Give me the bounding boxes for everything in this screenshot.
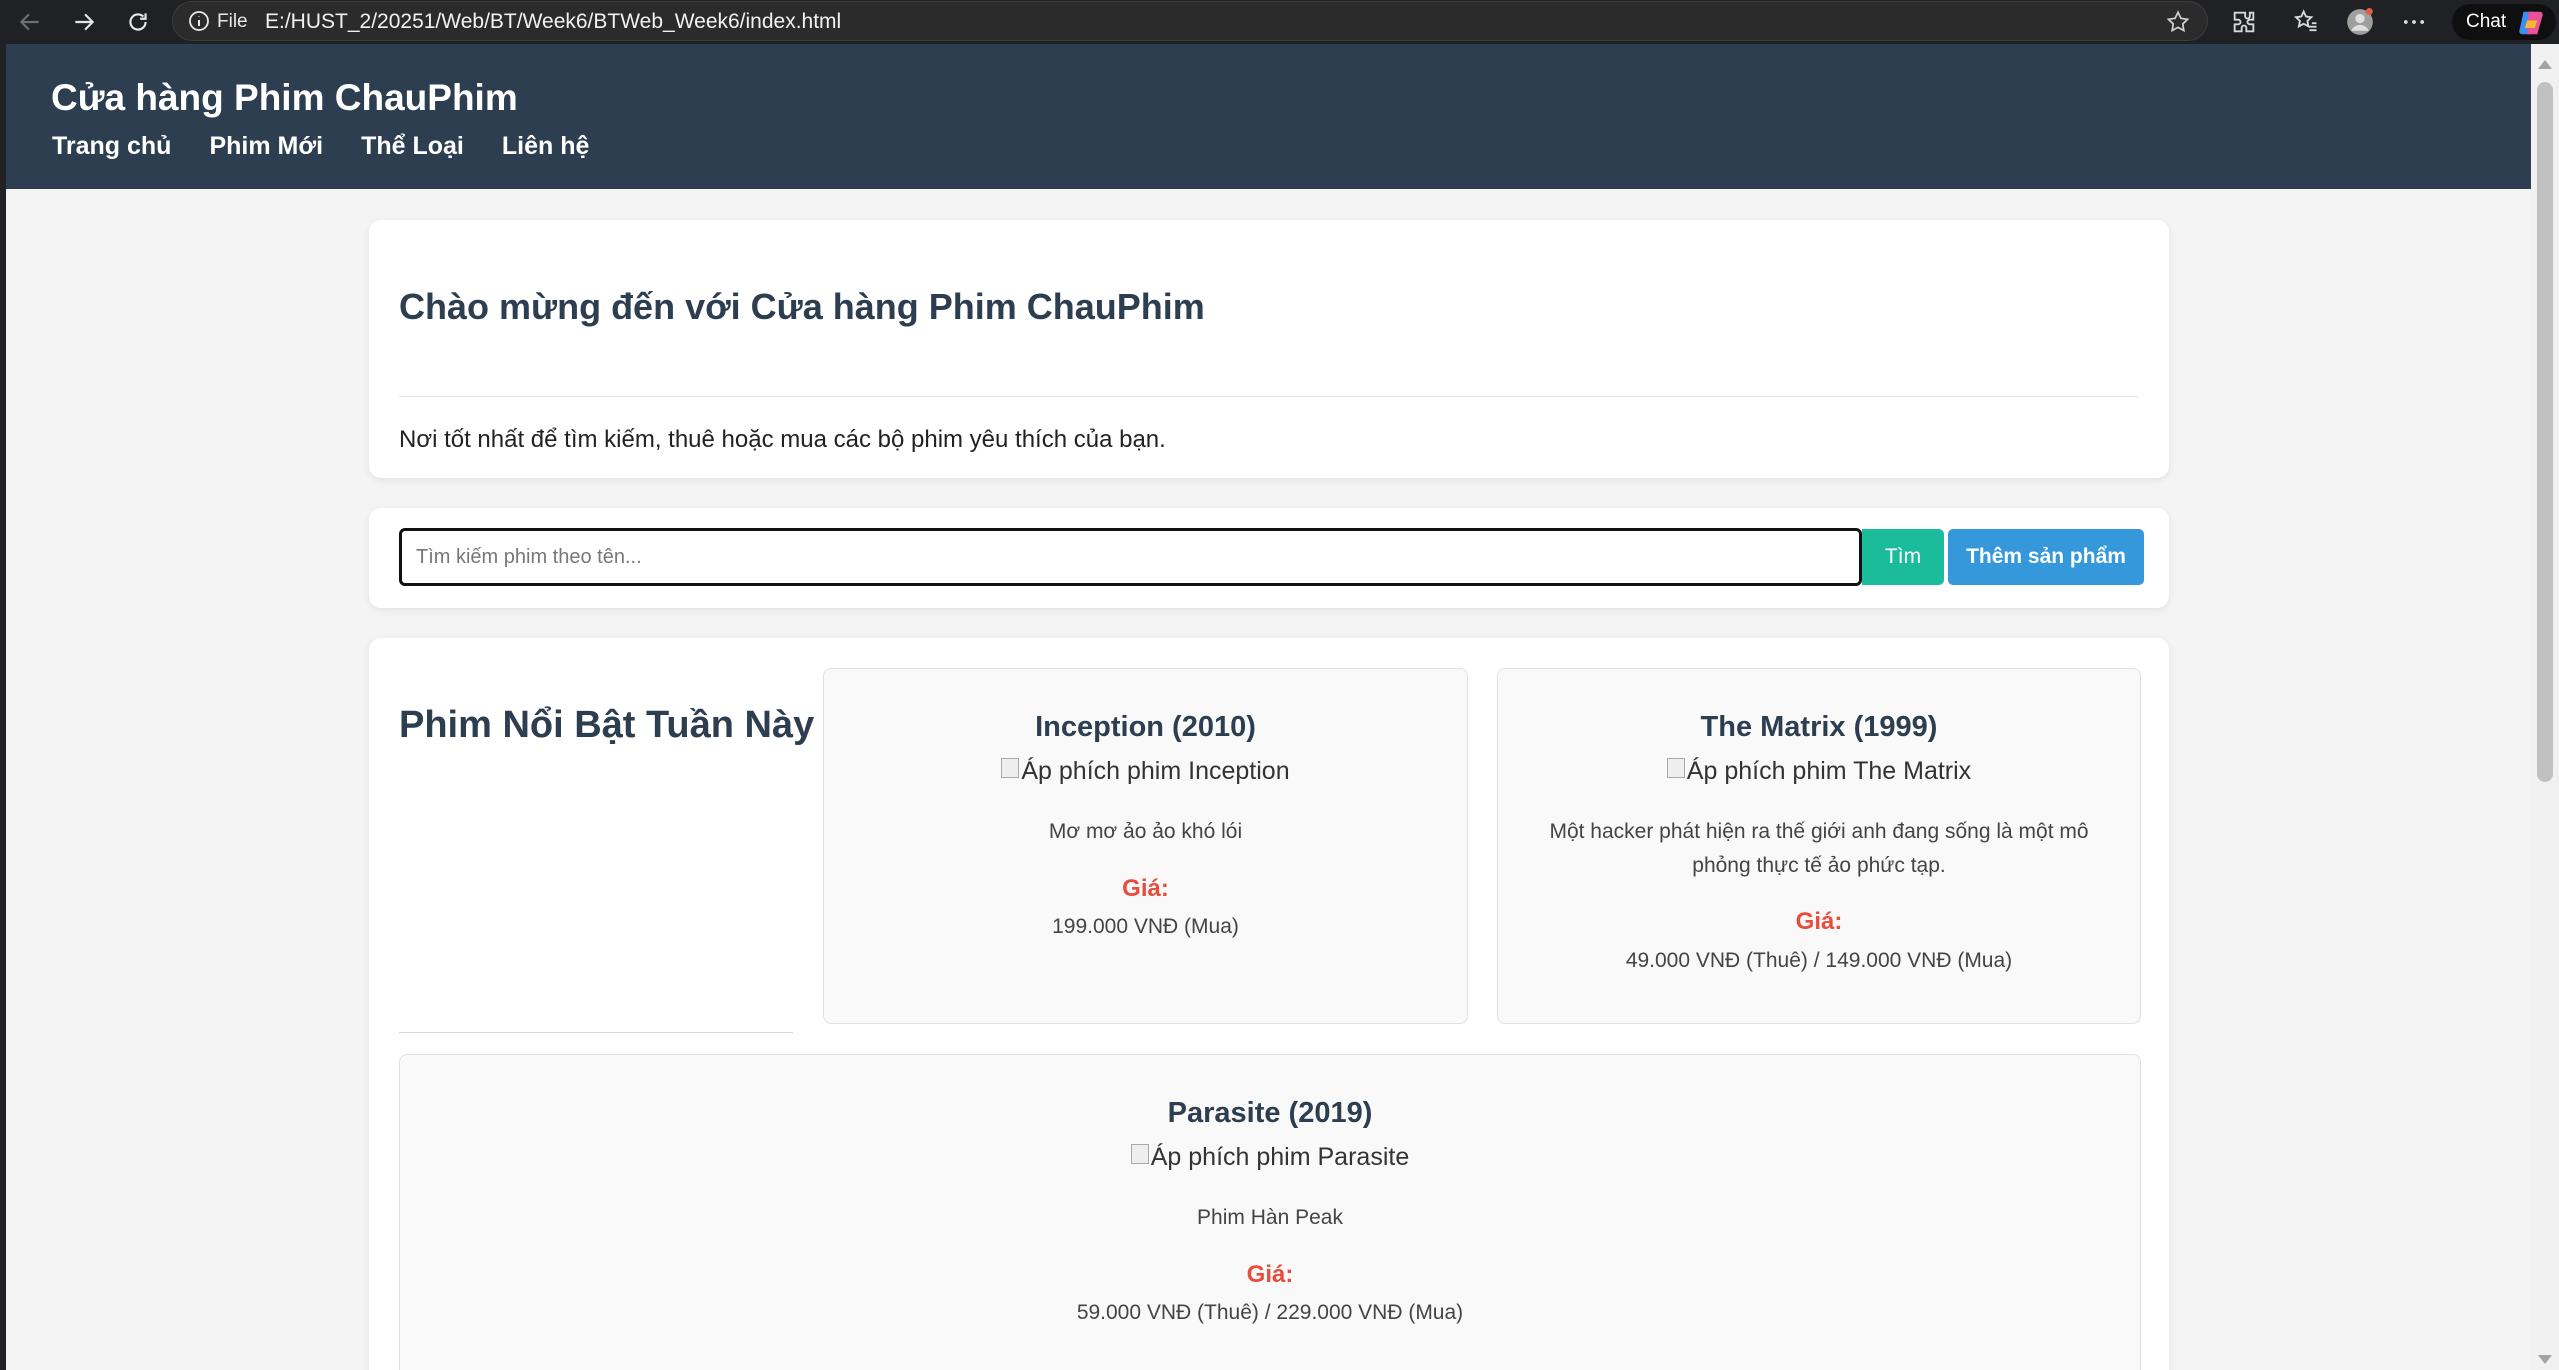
chat-label: Chat [2466,11,2507,32]
broken-image-icon [1001,757,1020,778]
price-label: Giá: [1122,875,1169,902]
reload-button[interactable] [120,4,156,40]
copilot-icon [2519,11,2543,35]
movie-description: Mơ mơ ảo ảo khó lói [1048,820,1243,843]
add-product-button[interactable]: Thêm sản phẩm [1948,529,2144,585]
puzzle-icon [2233,11,2255,33]
url-text[interactable]: E:/HUST_2/20251/Web/BT/Week6/BTWeb_Week6… [265,10,841,34]
welcome-text: Nơi tốt nhất để tìm kiếm, thuê hoặc mua … [399,426,1166,453]
arrow-right-icon [75,13,95,31]
site-title: Cửa hàng Phim ChauPhim [51,77,518,118]
movie-poster: Áp phích phim The Matrix [1498,757,2140,786]
page-viewport: Cửa hàng Phim ChauPhim Trang chủ Phim Mớ… [6,44,2531,1370]
scroll-up-arrow-icon[interactable] [2538,60,2552,69]
more-dots-icon [2403,20,2425,24]
movie-price: 49.000 VNĐ (Thuê) / 149.000 VNĐ (Mua) [1625,949,2013,972]
arrow-left-icon [19,13,39,31]
movie-price: 59.000 VNĐ (Thuê) / 229.000 VNĐ (Mua) [1076,1301,1464,1324]
forward-button[interactable] [66,4,102,40]
favorite-star-icon[interactable] [2165,9,2191,35]
file-label: File [217,11,248,32]
movie-price: 199.000 VNĐ (Mua) [1052,915,1239,938]
extensions-button[interactable] [2228,6,2260,38]
profile-button[interactable] [2344,6,2376,38]
nav-link-new-movies[interactable]: Phim Mới [209,132,323,161]
favorites-button[interactable] [2290,6,2322,38]
search-button[interactable]: Tìm [1862,529,1944,585]
poster-alt-text: Áp phích phim Inception [1021,757,1290,785]
poster-alt-text: Áp phích phim Parasite [1150,1143,1410,1171]
movie-card[interactable]: Parasite (2019) Áp phích phim Parasite P… [399,1054,2141,1370]
nav-link-contact[interactable]: Liên hệ [502,132,590,161]
reload-icon [129,13,147,31]
movie-description: Phim Hàn Peak [1197,1206,1343,1229]
movie-card[interactable]: Inception (2010) Áp phích phim Inception… [823,668,1468,1024]
movie-title: The Matrix (1999) [1700,711,1938,743]
vertical-scrollbar[interactable] [2531,44,2559,1370]
back-button[interactable] [12,4,48,40]
search-input[interactable] [399,528,1862,586]
divider [399,396,2139,397]
price-label: Giá: [1246,1261,1294,1288]
more-button[interactable] [2398,6,2430,38]
featured-heading: Phim Nổi Bật Tuần Này [399,704,815,746]
search-section: Tìm Thêm sản phẩm [369,508,2169,608]
featured-section: Phim Nổi Bật Tuần Này Inception (2010) Á… [369,638,2169,1370]
movie-poster: Áp phích phim Inception [824,757,1467,786]
broken-image-icon [1130,1143,1149,1164]
scrollbar-thumb[interactable] [2537,82,2553,782]
main-nav: Trang chủ Phim Mới Thể Loại Liên hệ [52,132,627,161]
broken-image-icon [1666,757,1685,778]
favorites-list-icon [2293,9,2317,32]
movie-description: Một hacker phát hiện ra thế giới anh đan… [1549,820,2089,877]
movie-title: Parasite (2019) [1167,1097,1373,1129]
chat-button[interactable]: Chat [2452,4,2556,40]
address-bar[interactable]: File E:/HUST_2/20251/Web/BT/Week6/BTWeb_… [172,1,2208,41]
poster-alt-text: Áp phích phim The Matrix [1686,757,1972,785]
site-header: Cửa hàng Phim ChauPhim Trang chủ Phim Mớ… [6,44,2531,189]
nav-link-home[interactable]: Trang chủ [52,132,171,161]
movie-card[interactable]: The Matrix (1999) Áp phích phim The Matr… [1497,668,2141,1024]
divider [399,1032,793,1033]
price-label: Giá: [1795,908,1843,935]
scroll-down-arrow-icon[interactable] [2538,1355,2552,1364]
movie-title: Inception (2010) [1035,711,1256,743]
nav-link-genres[interactable]: Thể Loại [361,132,464,161]
avatar-icon [2347,8,2373,35]
welcome-section: Chào mừng đến với Cửa hàng Phim ChauPhim… [369,220,2169,478]
welcome-heading: Chào mừng đến với Cửa hàng Phim ChauPhim [399,286,1205,327]
movie-poster: Áp phích phim Parasite [400,1143,2140,1172]
browser-toolbar: File E:/HUST_2/20251/Web/BT/Week6/BTWeb_… [0,0,2559,44]
info-icon[interactable] [187,9,211,33]
